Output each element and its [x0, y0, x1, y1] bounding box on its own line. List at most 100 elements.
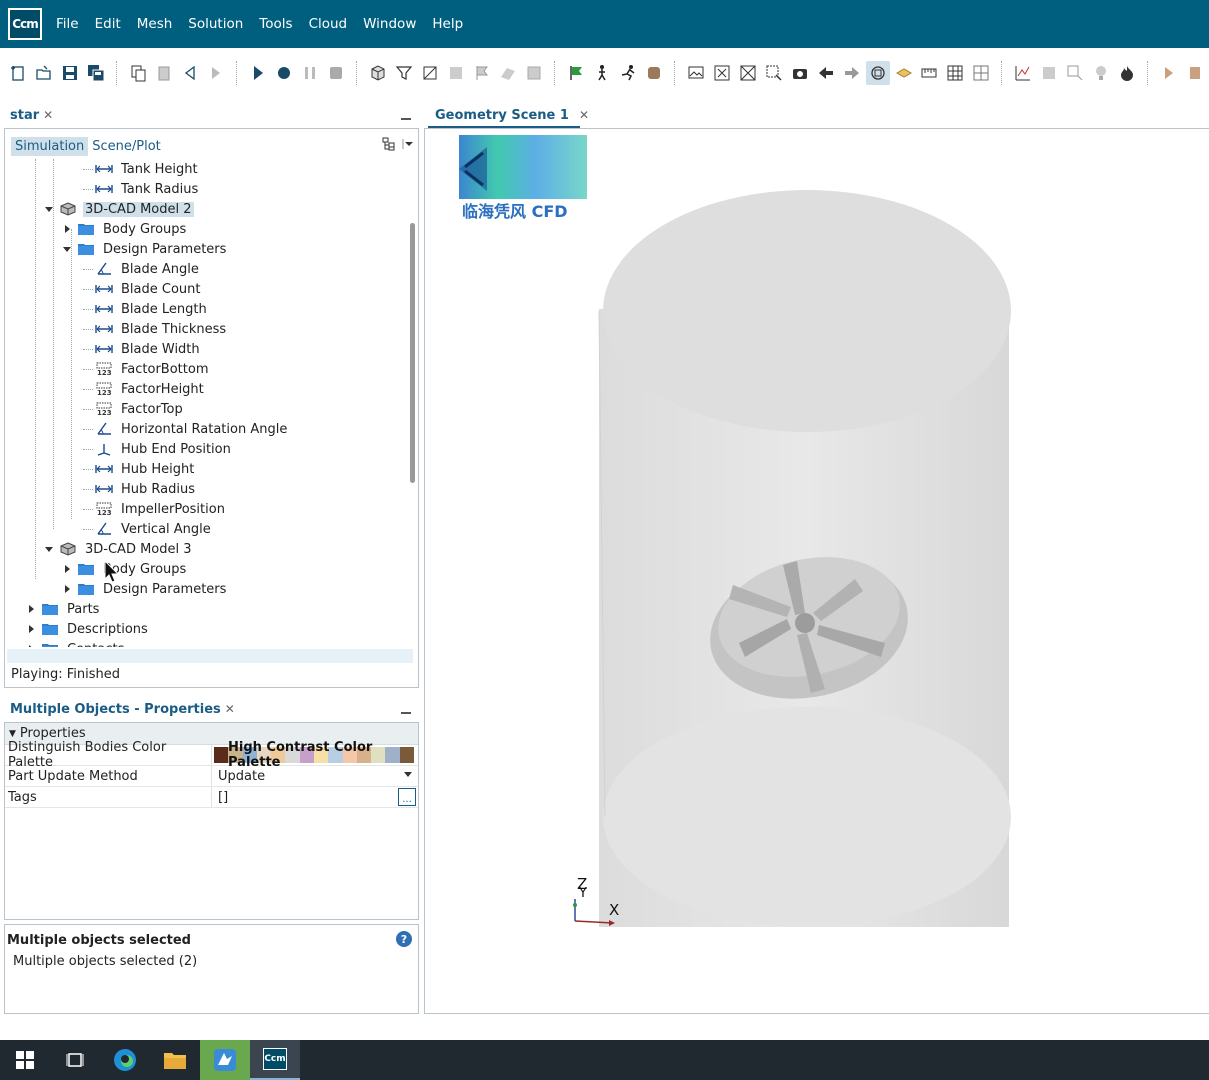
green-flag-icon[interactable] [564, 61, 588, 85]
tree-item[interactable]: Design Parameters [77, 239, 228, 259]
tree-item[interactable]: Blade Length [95, 299, 209, 319]
geometry-icon[interactable] [418, 61, 442, 85]
tree-view-icon[interactable] [382, 137, 396, 151]
tree-item[interactable]: Hub Radius [95, 479, 197, 499]
tags-field[interactable]: [] ... [212, 787, 418, 807]
chevron-right-icon[interactable] [65, 585, 70, 593]
tree-item[interactable]: Design Parameters [77, 579, 228, 599]
tree-item[interactable]: 3D-CAD Model 3 [59, 539, 194, 559]
step-back-icon[interactable] [178, 61, 202, 85]
stop-icon[interactable] [324, 61, 348, 85]
menu-edit[interactable]: Edit [95, 16, 121, 32]
bulb-icon[interactable] [1089, 61, 1113, 85]
property-value-palette[interactable]: High Contrast Color Palette [212, 740, 418, 770]
menu-help[interactable]: Help [432, 16, 463, 32]
tab-scene-plot[interactable]: Scene/Plot [88, 137, 165, 156]
windows-start-icon[interactable] [0, 1040, 50, 1080]
tree-item[interactable]: Body Groups [77, 559, 188, 579]
pause-icon[interactable] [298, 61, 322, 85]
tree-item[interactable]: Blade Thickness [95, 319, 228, 339]
filter-icon[interactable] [392, 61, 416, 85]
tree-item[interactable]: Descriptions [41, 619, 150, 639]
tree-item[interactable]: Tank Height [95, 159, 200, 179]
cylinder-icon[interactable] [642, 61, 666, 85]
volume-icon[interactable] [522, 61, 546, 85]
edge-browser-icon[interactable] [100, 1040, 150, 1080]
tree-item[interactable]: Contacts [41, 639, 126, 647]
scene-panel-tab[interactable]: Geometry Scene 1 ✕ [435, 108, 589, 123]
ellipsis-button[interactable]: ... [398, 788, 416, 806]
file-explorer-icon[interactable] [150, 1040, 200, 1080]
more-icon[interactable] [1183, 61, 1207, 85]
chevron-down-icon[interactable] [45, 207, 53, 212]
property-row-palette[interactable]: Distinguish Bodies Color Palette High Co… [5, 740, 418, 770]
ccm-logo-icon[interactable]: Ccm [8, 8, 42, 40]
walk-icon[interactable] [590, 61, 614, 85]
tree-item[interactable]: Vertical Angle [95, 519, 213, 539]
ccm-app-icon[interactable]: Ccm [250, 1040, 300, 1080]
chevron-down-icon[interactable] [45, 547, 53, 552]
menu-tools[interactable]: Tools [259, 16, 292, 32]
grid-icon[interactable] [444, 61, 468, 85]
geometry-scene-viewport[interactable]: 临海凭风 CFD Z Y X [424, 128, 1209, 1014]
screenshot-icon[interactable] [684, 61, 708, 85]
chevron-right-icon[interactable] [65, 225, 70, 233]
chevron-down-icon[interactable]: ▼ [9, 729, 16, 739]
tree-item[interactable]: Tank Radius [95, 179, 200, 199]
close-icon[interactable]: ✕ [579, 108, 589, 122]
tank-cylinder[interactable] [598, 190, 1011, 927]
zoom-icon[interactable] [736, 61, 760, 85]
task-view-icon[interactable] [50, 1040, 100, 1080]
menu-window[interactable]: Window [363, 16, 416, 32]
back-arrow-icon[interactable] [814, 61, 838, 85]
chevron-down-icon[interactable] [63, 247, 71, 252]
forward-arrow-icon[interactable] [840, 61, 864, 85]
layout-icon[interactable] [969, 61, 993, 85]
scene-canvas[interactable]: 临海凭风 CFD Z Y X [425, 129, 1209, 1013]
run-man-icon[interactable] [616, 61, 640, 85]
pan-icon[interactable] [1037, 61, 1061, 85]
run-icon[interactable] [246, 61, 270, 85]
chevron-right-icon[interactable] [29, 645, 34, 647]
close-icon[interactable]: ✕ [225, 702, 235, 716]
select-icon[interactable] [762, 61, 786, 85]
surface-icon[interactable] [496, 61, 520, 85]
fire-icon[interactable] [1115, 61, 1139, 85]
minimize-icon[interactable] [401, 712, 411, 714]
new-sim-icon[interactable] [6, 61, 30, 85]
clipboard-icon[interactable] [152, 61, 176, 85]
tree-item[interactable]: Parts [41, 599, 101, 619]
open-icon[interactable] [32, 61, 56, 85]
tree-item[interactable]: 3D-CAD Model 2 [59, 199, 194, 219]
tree-item[interactable]: Body Groups [77, 219, 188, 239]
tree-item[interactable]: Blade Count [95, 279, 203, 299]
chevron-right-icon[interactable] [29, 605, 34, 613]
ruler-icon[interactable] [918, 61, 942, 85]
scrollbar-thumb[interactable] [410, 223, 415, 483]
property-row-tags[interactable]: Tags [] ... [5, 787, 418, 808]
menu-solution[interactable]: Solution [188, 16, 243, 32]
crop-icon[interactable] [1063, 61, 1087, 85]
tab-simulation[interactable]: Simulation [11, 136, 89, 156]
flag-icon[interactable] [470, 61, 494, 85]
properties-panel-tab[interactable]: Multiple Objects - Properties ✕ [10, 702, 235, 717]
chevron-right-icon[interactable] [29, 625, 34, 633]
tree-item[interactable]: 123 FactorHeight [95, 379, 206, 399]
save-icon[interactable] [58, 61, 82, 85]
menu-mesh[interactable]: Mesh [137, 16, 173, 32]
tree-scrollbar[interactable] [408, 159, 416, 647]
tree-item[interactable]: 123 ImpellerPosition [95, 499, 227, 519]
feishu-icon[interactable] [200, 1040, 250, 1080]
chevron-right-icon[interactable] [65, 565, 70, 573]
tree-item[interactable]: 123 FactorTop [95, 399, 185, 419]
step-icon[interactable] [272, 61, 296, 85]
fit-icon[interactable] [710, 61, 734, 85]
play-icon[interactable] [1157, 61, 1181, 85]
tree-item[interactable]: Blade Width [95, 339, 202, 359]
transparency-icon[interactable] [865, 61, 890, 85]
help-icon[interactable]: ? [396, 931, 412, 947]
tree-item[interactable]: Hub Height [95, 459, 196, 479]
table-icon[interactable] [943, 61, 967, 85]
plane-icon[interactable] [892, 61, 916, 85]
menu-cloud[interactable]: Cloud [309, 16, 348, 32]
